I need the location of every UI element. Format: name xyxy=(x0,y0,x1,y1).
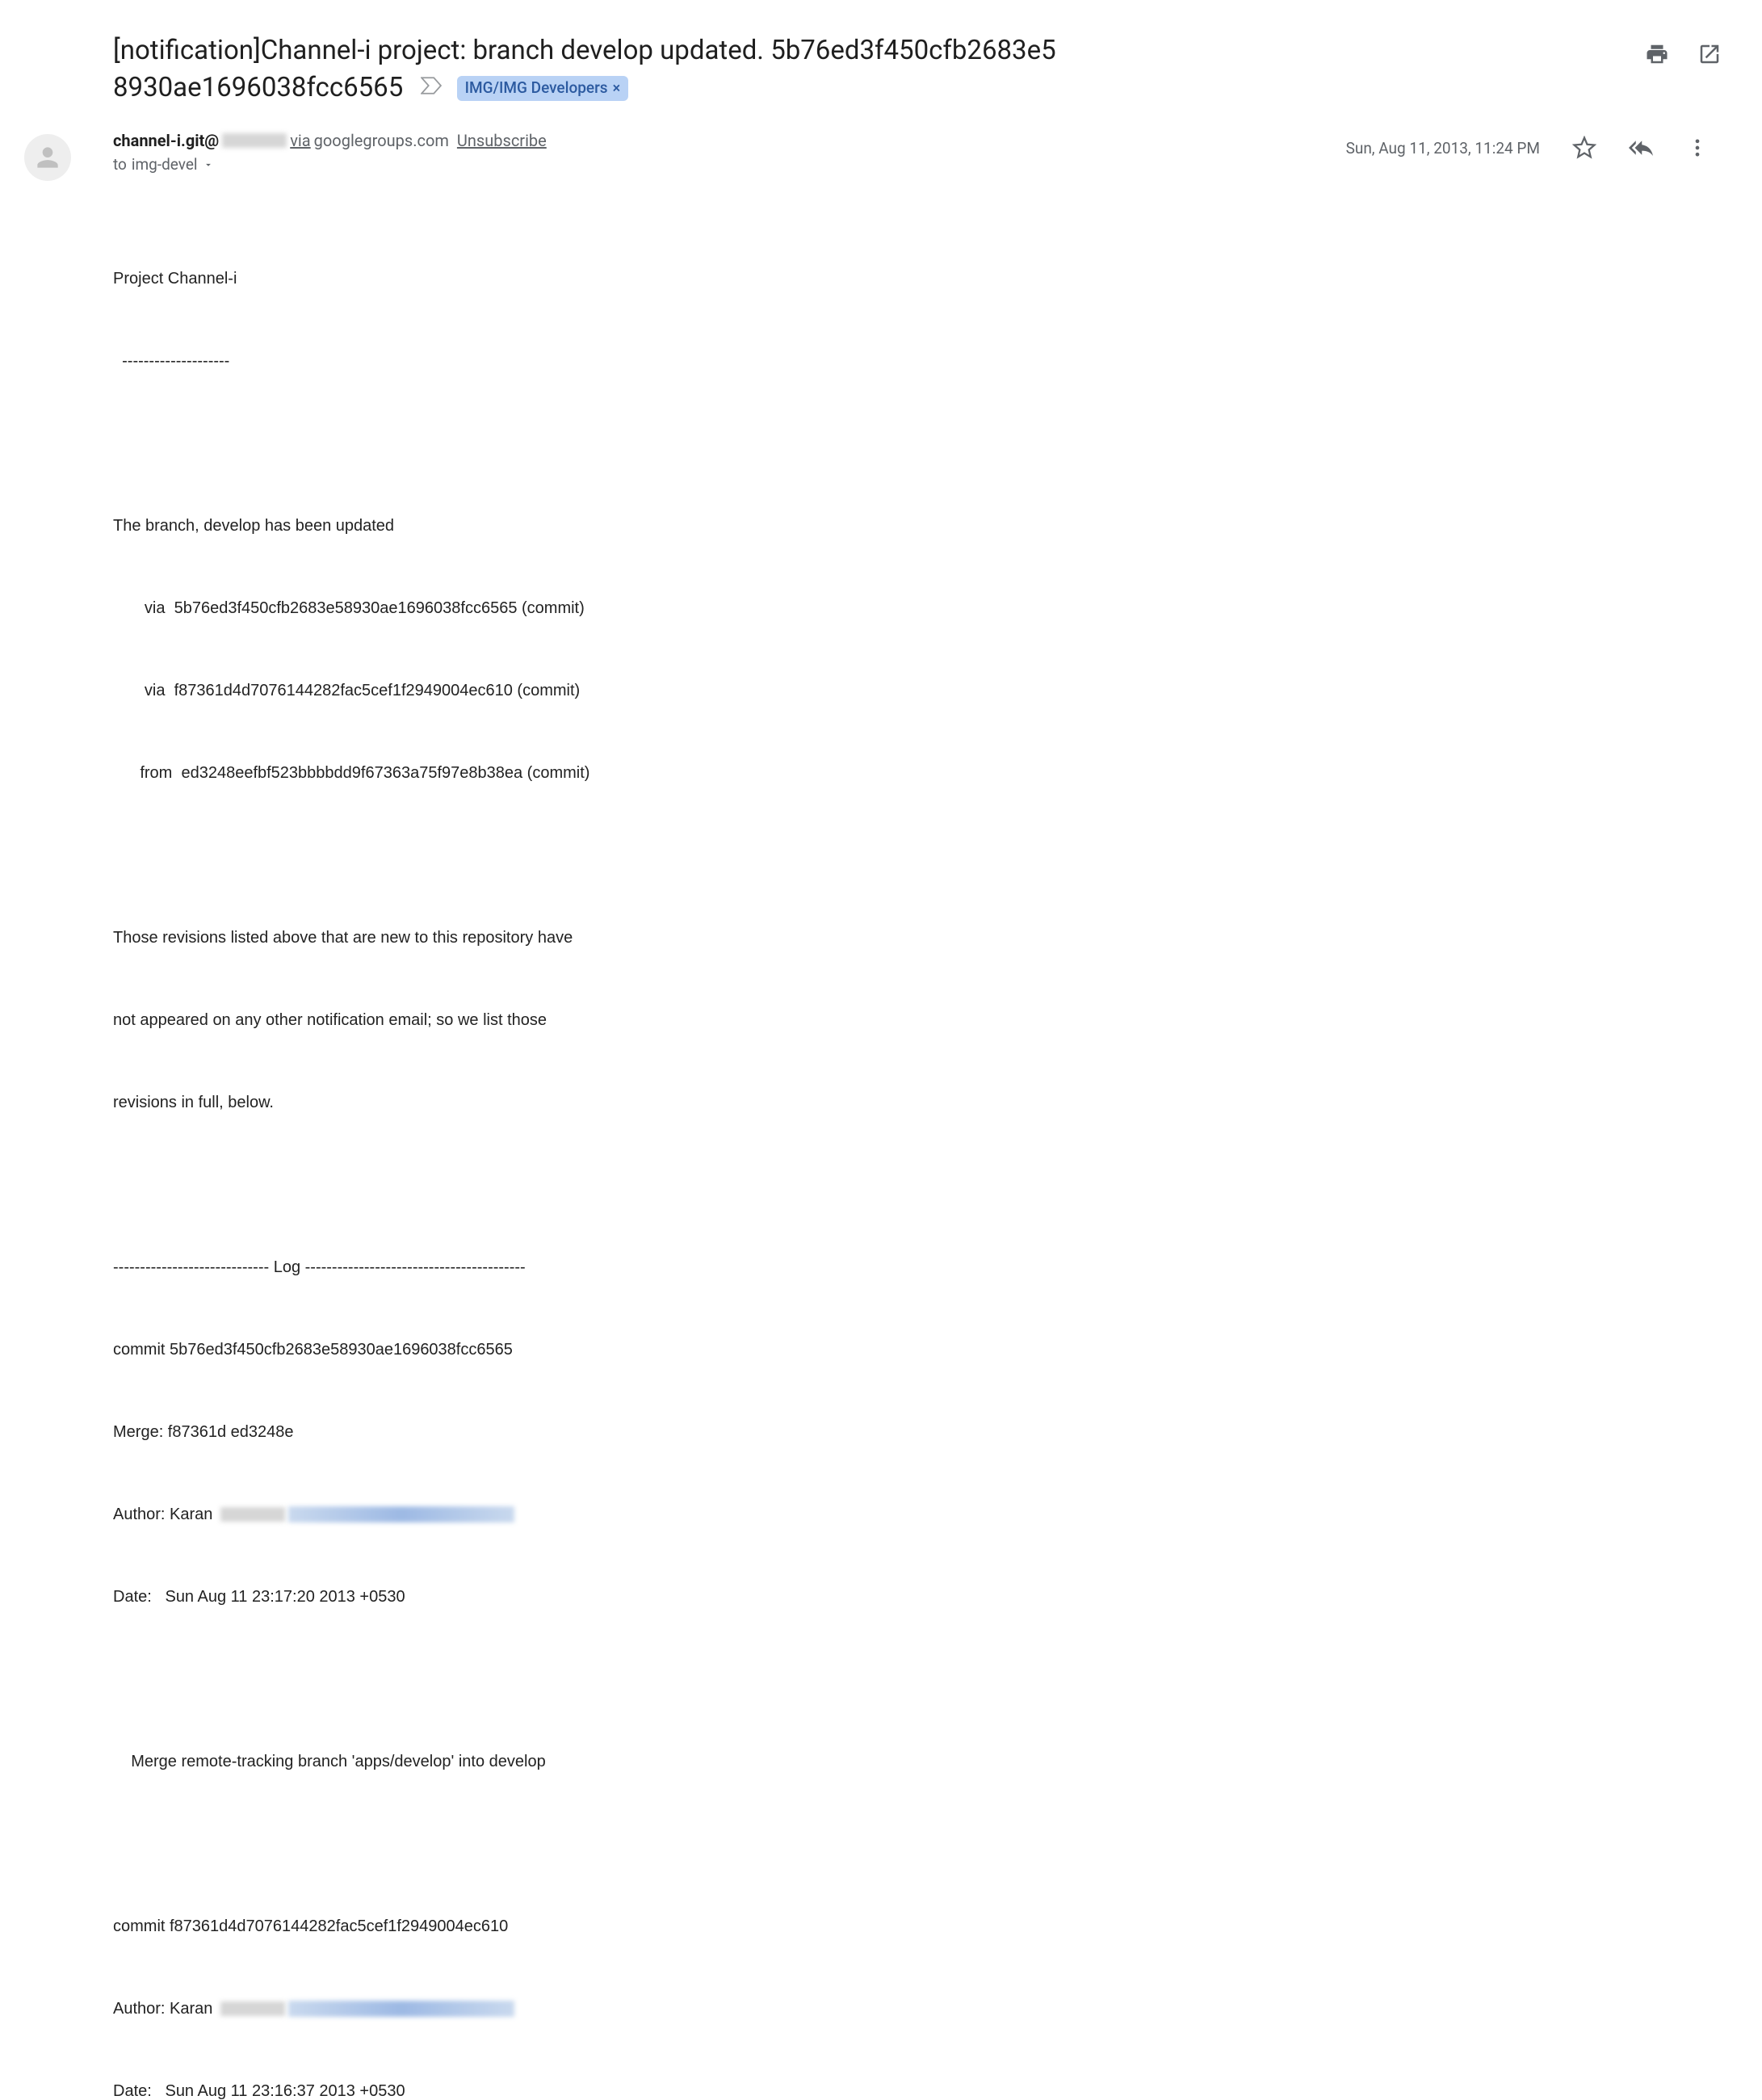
subject-line2: 8930ae1696038fcc6565 xyxy=(113,72,403,103)
label-chip[interactable]: IMG/IMG Developers × xyxy=(457,76,629,101)
body-line: Merge: f87361d ed3248e xyxy=(113,1418,1730,1446)
body-line: The branch, develop has been updated xyxy=(113,512,1730,540)
body-line: commit 5b76ed3f450cfb2683e58930ae1696038… xyxy=(113,1336,1730,1363)
body-line: Project Channel-i xyxy=(113,265,1730,292)
label-text: IMG/IMG Developers xyxy=(465,78,608,99)
body-line: revisions in full, below. xyxy=(113,1089,1730,1116)
important-marker-icon[interactable] xyxy=(421,77,442,94)
body-blank xyxy=(113,1171,1730,1199)
meta-actions: Sun, Aug 11, 2013, 11:24 PM xyxy=(1346,131,1730,160)
star-button[interactable] xyxy=(1572,136,1596,160)
body-line: via 5b76ed3f450cfb2683e58930ae1696038fcc… xyxy=(113,594,1730,622)
body-line: commit f87361d4d7076144282fac5cef1f29490… xyxy=(113,1913,1730,1940)
body-line: Those revisions listed above that are ne… xyxy=(113,924,1730,951)
body-line: Date: Sun Aug 11 23:17:20 2013 +0530 xyxy=(113,1583,1730,1611)
body-line: Merge remote-tracking branch 'apps/devel… xyxy=(113,1748,1730,1775)
subject-row: [notification]Channel-i project: branch … xyxy=(113,32,1730,107)
author-line: Author: Karan xyxy=(113,1501,1730,1528)
via-domain: googlegroups.com xyxy=(314,131,449,150)
print-button[interactable] xyxy=(1645,42,1669,66)
redacted-surname xyxy=(220,2001,285,2016)
sender-line: channel-i.git@ via googlegroups.com Unsu… xyxy=(113,131,1346,150)
to-line[interactable]: to img-devel xyxy=(113,155,1346,174)
redacted-surname xyxy=(220,1507,285,1522)
author-prefix: Author: Karan xyxy=(113,1995,217,2022)
body-line: Date: Sun Aug 11 23:16:37 2013 +0530 xyxy=(113,2077,1730,2100)
body-line: ----------------------------- Log ------… xyxy=(113,1254,1730,1281)
author-prefix: Author: Karan xyxy=(113,1501,217,1528)
open-new-window-button[interactable] xyxy=(1697,42,1722,66)
message-header: channel-i.git@ via googlegroups.com Unsu… xyxy=(24,131,1730,181)
label-remove-icon[interactable]: × xyxy=(613,78,621,99)
unsubscribe-link[interactable]: Unsubscribe xyxy=(457,131,547,150)
redacted-domain xyxy=(222,133,287,148)
body-line: not appeared on any other notification e… xyxy=(113,1006,1730,1034)
redacted-email xyxy=(288,1506,514,1522)
subject-line1: [notification]Channel-i project: branch … xyxy=(113,35,1056,66)
email-body: Project Channel-i -------------------- T… xyxy=(113,210,1730,2100)
sender-name: channel-i.git@ xyxy=(113,131,219,150)
body-line: from ed3248eefbf523bbbbdd9f67363a75f97e8… xyxy=(113,759,1730,787)
more-options-button[interactable] xyxy=(1685,136,1710,160)
body-line: via f87361d4d7076144282fac5cef1f2949004e… xyxy=(113,677,1730,704)
chevron-down-icon[interactable] xyxy=(203,159,214,170)
body-blank xyxy=(113,1665,1730,1693)
redacted-email xyxy=(288,2001,514,2017)
via-label: via xyxy=(290,131,310,150)
sender-block: channel-i.git@ via googlegroups.com Unsu… xyxy=(113,131,1346,174)
body-blank xyxy=(113,842,1730,869)
body-blank xyxy=(113,430,1730,457)
reply-all-button[interactable] xyxy=(1629,136,1653,160)
timestamp: Sun, Aug 11, 2013, 11:24 PM xyxy=(1346,139,1540,158)
to-recipient: img-devel xyxy=(132,155,198,174)
subject-actions xyxy=(1645,32,1730,66)
body-blank xyxy=(113,1830,1730,1858)
body-line: -------------------- xyxy=(113,347,1730,375)
email-subject: [notification]Channel-i project: branch … xyxy=(113,32,1056,107)
to-prefix: to xyxy=(113,155,127,174)
author-line: Author: Karan xyxy=(113,1995,1730,2022)
avatar[interactable] xyxy=(24,134,71,181)
